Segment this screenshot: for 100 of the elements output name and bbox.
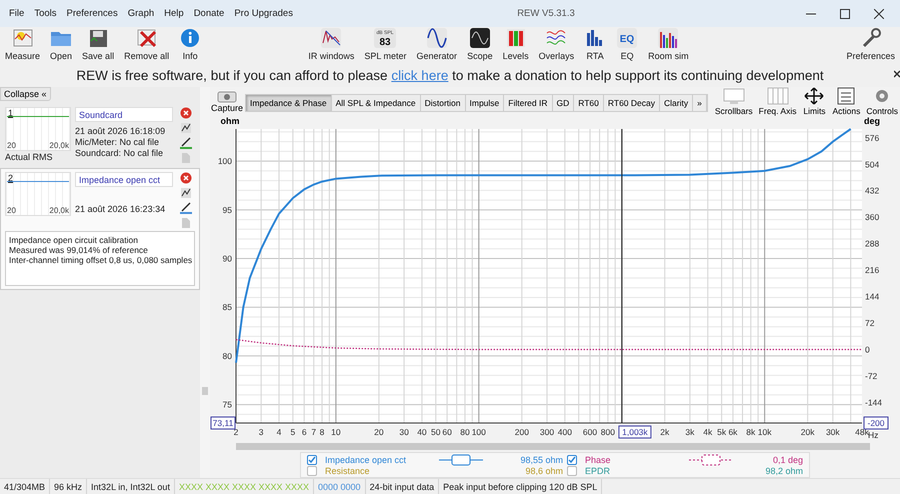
measurement-card[interactable]: 2 20 20,0k Impedance open cct 21 août 2026 16:23:34 Impedance open circuit calibration Measured was 99,014% of reference Inter-channel timing offset 0,8 us, 0,080 samples	[0, 168, 200, 290]
toolbar-button[interactable]: Generator	[414, 27, 460, 61]
axis-tick-label: 288	[865, 238, 880, 249]
legend-value: 0,1 deg	[772, 455, 803, 465]
toolbar-button[interactable]: Levels	[500, 27, 532, 61]
axis-tick-label: 50	[431, 427, 441, 438]
sine-wave-icon	[426, 27, 448, 49]
legend-label: Resistance	[325, 466, 371, 476]
toolbar-button[interactable]: Preferences	[843, 27, 898, 61]
axis-tick-label: 80	[222, 351, 232, 362]
graph-tab[interactable]: GD	[552, 95, 574, 111]
graph-tab[interactable]: Impedance & Phase	[246, 95, 332, 111]
grid-lines-icon	[766, 87, 790, 105]
toolbar-button[interactable]: Remove all	[121, 27, 172, 61]
measurement-detail: Soundcard: No cal file	[75, 148, 164, 158]
toolbar-button[interactable]: Measure	[2, 27, 44, 61]
graph-tab[interactable]: Distortion	[420, 95, 466, 111]
axis-tick-label: 100	[218, 156, 232, 166]
status-text: 0000 0000	[314, 479, 366, 494]
legend-checkbox[interactable]	[307, 455, 317, 465]
axis-tick-label: 7	[311, 427, 316, 438]
capture-button[interactable]: Capture	[211, 89, 244, 113]
donation-message: REW is free software, but if you can afford to please click here to make a donation to help support its continuing development	[76, 68, 824, 83]
menu-item[interactable]: Donate	[188, 8, 230, 19]
toolbar-button[interactable]: Info	[176, 27, 204, 61]
menu-item[interactable]: Tools	[29, 8, 62, 19]
bar-graph-icon	[657, 27, 680, 49]
toolbar-button[interactable]: Save all	[79, 27, 118, 61]
level-meters-icon	[504, 27, 527, 49]
axis-tick-label: 20	[374, 427, 384, 438]
axis-unit: deg	[864, 116, 880, 126]
menu-item[interactable]: File	[4, 8, 30, 19]
axis-tick-label: 40	[417, 427, 427, 438]
toolbar-button[interactable]: RTA	[581, 27, 610, 61]
info-icon	[179, 27, 202, 49]
measurement-name-field[interactable]: Soundcard	[75, 107, 173, 122]
graph-tool-button[interactable]: Actions	[830, 87, 862, 116]
collapse-button[interactable]: Collapse «	[0, 87, 51, 101]
menu-item[interactable]: Graph	[122, 8, 160, 19]
toolbar-button[interactable]: Open	[47, 27, 76, 61]
measurement-number: 1	[8, 108, 14, 118]
axis-tick-label: -72	[865, 371, 878, 382]
donation-link[interactable]: click here	[391, 68, 448, 83]
graph-tool-button[interactable]: Scrollbars	[712, 87, 755, 116]
toolbar-button[interactable]: Room sim	[645, 27, 692, 61]
spl-reading: 83	[380, 37, 391, 48]
legend-label: EPDR	[585, 466, 612, 476]
menu-item[interactable]: Pro Upgrades	[229, 8, 298, 19]
legend-checkbox[interactable]	[567, 455, 577, 465]
menu-item[interactable]: Help	[159, 8, 189, 19]
axis-tick-label: -144	[865, 398, 882, 408]
menu-item[interactable]: Preferences	[62, 8, 123, 19]
toolbar-button[interactable]: IR windows	[305, 27, 358, 61]
graph-tool-button[interactable]: Limits	[800, 87, 828, 116]
note-line: Inter-channel timing offset 0,8 us, 0,080 samples	[9, 255, 191, 265]
window-title: REW V5.31.3	[516, 8, 576, 19]
graph-tab[interactable]: RT60 Decay	[604, 95, 660, 111]
status-text: Peak input before clipping 120 dB SPL	[439, 479, 602, 494]
measurement-date: 21 août 2026 16:18:09	[75, 126, 166, 136]
axis-tick-label: 6k	[728, 427, 738, 438]
legend-value: 98,2 ohm	[764, 466, 803, 476]
toolbar-button[interactable]: Overlays	[536, 27, 578, 61]
maximize-icon	[840, 8, 850, 18]
thumbnail-axis-label: 20,0k	[49, 141, 69, 150]
document-icon	[181, 152, 191, 164]
vertical-scrollbar[interactable]	[200, 87, 210, 478]
graph-tab[interactable]: RT60	[574, 95, 604, 111]
graph-tool-button[interactable]: Freq. Axis	[756, 87, 798, 116]
graph-tab[interactable]: All SPL & Impedance	[332, 95, 421, 111]
axis-tick-label: 5k	[717, 427, 726, 438]
more-tabs-button[interactable]: »	[693, 95, 707, 111]
note-line: Impedance open circuit calibration	[9, 235, 139, 245]
note-line: Measured was 99,014% of reference	[9, 245, 149, 255]
document-icon	[181, 217, 191, 229]
toolbar-button[interactable]: Scope	[464, 27, 496, 61]
graph-tab[interactable]: Clarity	[660, 95, 694, 111]
graph-tool-button[interactable]: Controls	[864, 87, 900, 116]
graph-tab[interactable]: Filtered IR	[504, 95, 552, 111]
axis-unit: ohm	[220, 116, 240, 126]
legend-checkbox[interactable]	[567, 466, 577, 476]
axis-tick-label: 3	[258, 427, 264, 438]
axis-tick-label: 216	[865, 265, 880, 276]
status-text: 41/304MB	[0, 479, 50, 494]
measurement-date: 21 août 2026 16:23:34	[75, 204, 166, 214]
axis-tick-label: 4k	[703, 427, 712, 438]
axis-tick-label: 95	[222, 205, 232, 216]
pen-icon	[180, 137, 192, 147]
measurement-name-field[interactable]: Impedance open cct	[75, 172, 173, 187]
legend-value: 98,6 ohm	[524, 466, 563, 476]
axis-tick-label: 10k	[758, 427, 772, 438]
horizontal-scrollbar[interactable]	[236, 441, 870, 451]
oscilloscope-icon	[468, 27, 491, 49]
axis-tick-label: 2k	[660, 427, 670, 438]
close-icon	[180, 107, 192, 119]
axis-tick-label: 432	[865, 186, 880, 196]
axis-tick-label: 300	[540, 427, 554, 438]
toolbar-button[interactable]: EQ EQ	[613, 27, 642, 61]
graph-tab[interactable]: Impulse	[466, 95, 504, 111]
thumbnail-axis-label: 20	[7, 141, 16, 150]
legend-checkbox[interactable]	[307, 466, 317, 476]
